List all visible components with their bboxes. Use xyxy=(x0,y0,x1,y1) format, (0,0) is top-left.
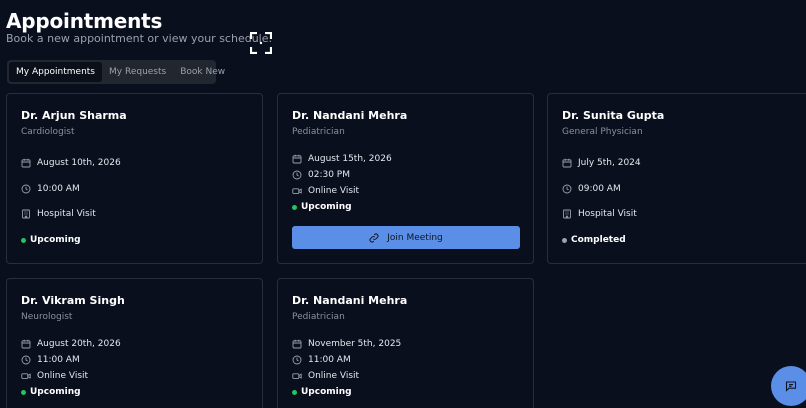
calendar-icon xyxy=(562,158,572,168)
chat-button[interactable] xyxy=(771,366,806,406)
link-icon xyxy=(369,233,379,242)
status-badge: Completed xyxy=(562,233,626,247)
join-meeting-button[interactable]: Join Meeting xyxy=(292,226,520,249)
clock-icon xyxy=(292,355,302,365)
clock-icon xyxy=(292,170,302,180)
appointment-card: Dr. Sunita Gupta General Physician July … xyxy=(547,93,806,264)
appointment-time: 11:00 AM xyxy=(21,353,80,367)
chat-icon xyxy=(785,381,797,392)
building-icon xyxy=(22,209,30,219)
appointment-date: August 15th, 2026 xyxy=(292,152,392,166)
calendar-icon xyxy=(292,339,302,349)
doctor-specialty: Neurologist xyxy=(21,312,73,322)
page-subtitle: Book a new appointment or view your sche… xyxy=(6,32,272,45)
tab-book-new[interactable]: Book New xyxy=(173,62,232,82)
status-badge: Upcoming xyxy=(292,385,352,399)
appointment-time: 10:00 AM xyxy=(21,182,80,196)
focus-frame-icon[interactable] xyxy=(250,32,272,54)
appointment-date: November 5th, 2025 xyxy=(292,337,401,351)
video-icon xyxy=(292,188,302,194)
clock-icon xyxy=(21,184,31,194)
page-title: Appointments xyxy=(6,9,163,33)
appointment-card: Dr. Nandani Mehra Pediatrician August 15… xyxy=(277,93,534,264)
appointment-time: 11:00 AM xyxy=(292,353,351,367)
video-icon xyxy=(292,373,302,379)
appointment-visit-type: Hospital Visit xyxy=(562,207,637,221)
appointment-card: Dr. Vikram Singh Neurologist August 20th… xyxy=(6,278,263,408)
calendar-icon xyxy=(21,339,31,349)
appointment-date: July 5th, 2024 xyxy=(562,156,641,170)
doctor-specialty: Pediatrician xyxy=(292,127,345,137)
appointment-date: August 20th, 2026 xyxy=(21,337,121,351)
appointment-tabs: My Appointments My Requests Book New xyxy=(7,60,225,84)
appointment-time: 09:00 AM xyxy=(562,182,621,196)
status-badge: Upcoming xyxy=(21,385,81,399)
appointment-visit-type: Online Visit xyxy=(292,369,359,383)
doctor-name: Dr. Arjun Sharma xyxy=(21,109,127,122)
clock-icon xyxy=(21,355,31,365)
doctor-specialty: General Physician xyxy=(562,127,643,137)
building-icon xyxy=(563,209,571,219)
appointment-time: 02:30 PM xyxy=(292,168,350,182)
status-badge: Upcoming xyxy=(21,233,81,247)
appointment-visit-type: Hospital Visit xyxy=(21,207,96,221)
doctor-specialty: Cardiologist xyxy=(21,127,75,137)
calendar-icon xyxy=(292,154,302,164)
status-badge: Upcoming xyxy=(292,200,352,214)
doctor-specialty: Pediatrician xyxy=(292,312,345,322)
clock-icon xyxy=(562,184,572,194)
appointment-visit-type: Online Visit xyxy=(21,369,88,383)
appointment-card: Dr. Arjun Sharma Cardiologist August 10t… xyxy=(6,93,263,264)
doctor-name: Dr. Nandani Mehra xyxy=(292,109,408,122)
doctor-name: Dr. Sunita Gupta xyxy=(562,109,665,122)
doctor-name: Dr. Nandani Mehra xyxy=(292,294,408,307)
tab-my-requests[interactable]: My Requests xyxy=(102,62,173,82)
tab-my-appointments[interactable]: My Appointments xyxy=(9,62,103,82)
appointment-visit-type: Online Visit xyxy=(292,184,359,198)
appointment-card: Dr. Nandani Mehra Pediatrician November … xyxy=(277,278,534,408)
appointment-date: August 10th, 2026 xyxy=(21,156,121,170)
video-icon xyxy=(21,373,31,379)
calendar-icon xyxy=(21,158,31,168)
doctor-name: Dr. Vikram Singh xyxy=(21,294,125,307)
